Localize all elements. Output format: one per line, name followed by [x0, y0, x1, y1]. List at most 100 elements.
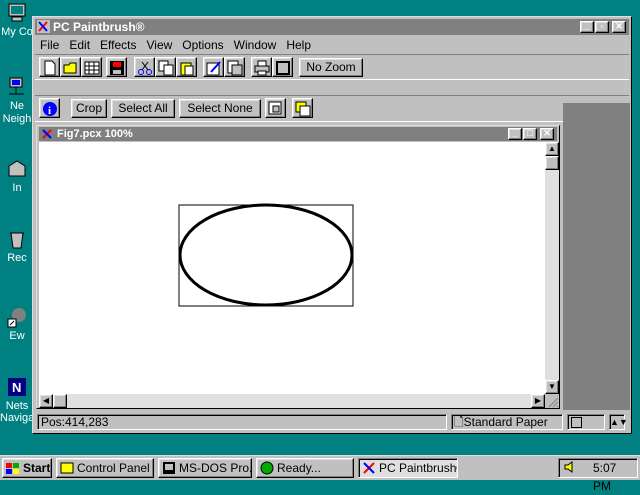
start-button[interactable]: Start [2, 458, 52, 478]
canvas-drawing [178, 203, 354, 307]
vertical-scrollbar[interactable]: ▲ ▼ [545, 142, 559, 394]
duplicate-button[interactable] [265, 98, 286, 118]
document-title-bar[interactable]: Fig7.pcx 100% _ □ ✕ [39, 127, 557, 141]
copy-button[interactable] [155, 57, 176, 77]
svg-text:i: i [48, 105, 51, 117]
control-panel-icon [60, 461, 74, 475]
info-icon: i [43, 102, 57, 117]
task-ms-dos[interactable]: MS-DOS Pro... [158, 458, 252, 478]
paste-from-button[interactable] [224, 57, 245, 77]
cut-button[interactable] [134, 57, 155, 77]
document-window: Fig7.pcx 100% _ □ ✕ ▲ ▼ ◀ ▶ [36, 125, 560, 409]
maximize-button[interactable]: ▫ [595, 21, 609, 33]
select-toolbar: i Crop Select All Select None [35, 95, 629, 122]
speaker-icon[interactable] [563, 460, 577, 479]
scan-button[interactable] [81, 57, 102, 77]
ms-dos-icon [162, 461, 176, 475]
size-spinner[interactable]: ▲▼ [609, 414, 628, 430]
main-toolbar: No Zoom [35, 54, 629, 80]
scroll-up-button[interactable]: ▲ [545, 142, 559, 156]
left-arrow-icon: ◀ [42, 396, 50, 405]
paste-new-button[interactable] [292, 98, 313, 118]
doc-close-button[interactable]: ✕ [540, 128, 554, 140]
up-arrow-icon: ▲ [548, 144, 556, 153]
select-none-button[interactable]: Select None [179, 99, 261, 118]
minimize-icon: _ [512, 128, 518, 138]
desktop-icon-label: Rec [7, 252, 27, 264]
task-label: PC Paintbrush® [379, 461, 458, 475]
fullscreen-button[interactable] [272, 57, 293, 77]
color-panel[interactable] [567, 414, 605, 430]
menu-edit[interactable]: Edit [64, 38, 95, 52]
page-icon: 🗋 [454, 415, 464, 429]
inbox-icon [6, 158, 28, 180]
full-screen-icon [276, 61, 290, 75]
desktop-icon-recycle-bin[interactable]: Rec [0, 228, 34, 264]
task-control-panel[interactable]: Control Panel [56, 458, 154, 478]
horizontal-scrollbar[interactable]: ◀ ▶ [39, 394, 545, 408]
drawing-canvas[interactable] [39, 142, 545, 394]
desktop-icon-netscape[interactable]: N Nets Navigat [0, 376, 34, 424]
menu-view[interactable]: View [142, 38, 178, 52]
paste-icon [180, 62, 194, 76]
task-ready[interactable]: Ready... [256, 458, 354, 478]
select-all-button[interactable]: Select All [111, 99, 175, 118]
desktop-icon-label: In [12, 182, 22, 194]
menu-effects[interactable]: Effects [95, 38, 141, 52]
desktop-icon-network[interactable]: Ne Neigh [0, 76, 34, 126]
clipboard-icon [227, 60, 243, 76]
svg-text:N: N [12, 380, 21, 395]
paintbrush-task-icon [362, 461, 376, 475]
save-button[interactable] [106, 57, 127, 77]
restore-icon: ▫ [600, 21, 604, 31]
paste-new-icon [295, 101, 311, 117]
open-folder-icon [63, 62, 77, 74]
edit-button[interactable] [203, 57, 224, 77]
menu-file[interactable]: File [35, 38, 64, 52]
paste-button[interactable] [176, 57, 197, 77]
menu-options[interactable]: Options [177, 38, 228, 52]
scroll-left-button[interactable]: ◀ [39, 394, 53, 408]
copy-icon [158, 60, 174, 76]
taskbar: Start Control Panel MS-DOS Pro... Ready.… [0, 455, 640, 493]
menu-window[interactable]: Window [229, 38, 282, 52]
my-computer-icon [6, 2, 28, 24]
status-bar: Pos:414,283 🗋Standard Paper ▲▼ [35, 412, 629, 432]
close-button[interactable]: ✕ [612, 21, 626, 33]
down-arrow-icon: ▼ [548, 382, 556, 391]
open-button[interactable] [60, 57, 81, 77]
drawn-ellipse [178, 203, 354, 307]
window-title: PC Paintbrush® [53, 20, 145, 34]
paper-size-panel: 🗋Standard Paper [451, 414, 563, 430]
paper-size-label: Standard Paper [463, 415, 548, 429]
position-readout: Pos:414,283 [37, 414, 447, 430]
windows-logo-icon [6, 462, 20, 480]
title-bar[interactable]: PC Paintbrush® _ ▫ ✕ [35, 19, 629, 35]
scroll-down-button[interactable]: ▼ [545, 380, 559, 394]
no-zoom-button[interactable]: No Zoom [299, 58, 363, 77]
print-button[interactable] [251, 57, 272, 77]
desktop-icon-inbox[interactable]: In [0, 158, 34, 194]
doc-minimize-button[interactable]: _ [508, 128, 522, 140]
new-button[interactable] [39, 57, 60, 77]
resize-grip-icon [548, 397, 559, 408]
vertical-scroll-thumb[interactable] [545, 156, 559, 170]
minimize-icon: _ [584, 21, 590, 31]
horizontal-scroll-thumb[interactable] [53, 394, 67, 408]
desktop-icon-label: Nets Navigat [0, 400, 34, 424]
desktop-icon-label: My Co [1, 26, 33, 38]
info-button[interactable]: i [39, 98, 60, 118]
desktop-icon-my-computer[interactable]: My Co [0, 2, 34, 38]
grid-icon [84, 61, 100, 75]
ready-icon [260, 461, 274, 475]
desktop-icon-shortcut[interactable]: Ew [0, 306, 34, 342]
scroll-right-button[interactable]: ▶ [531, 394, 545, 408]
clock[interactable]: 5:07 PM [593, 459, 637, 495]
crop-button[interactable]: Crop [71, 99, 107, 118]
size-grip[interactable] [545, 394, 559, 408]
minimize-button[interactable]: _ [580, 21, 594, 33]
task-pc-paintbrush[interactable]: PC Paintbrush® [358, 458, 458, 478]
menu-help[interactable]: Help [281, 38, 316, 52]
doc-maximize-button[interactable]: □ [523, 128, 537, 140]
desktop-icon-label: Ew [9, 330, 25, 342]
